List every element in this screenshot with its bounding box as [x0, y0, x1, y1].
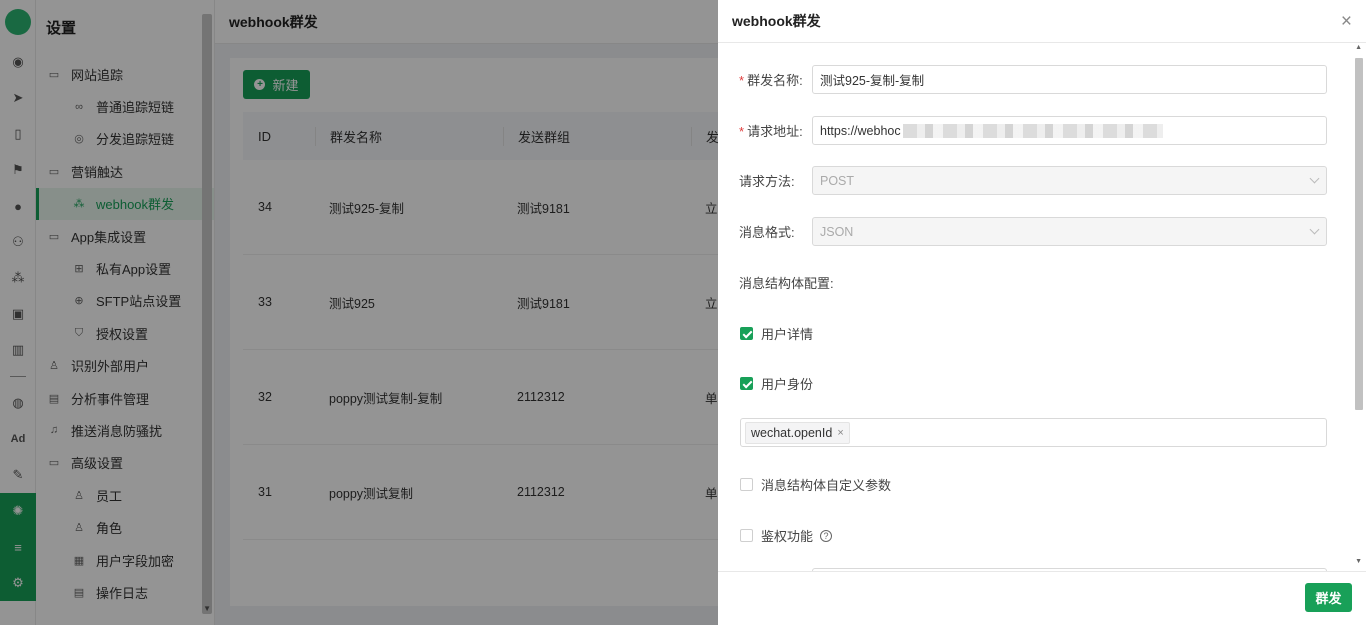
method-field-row: 请求方法: POST	[739, 166, 1327, 195]
method-select[interactable]: POST	[812, 166, 1327, 195]
name-label: * 群发名称:	[739, 73, 803, 88]
name-input[interactable]: 测试925-复制-复制	[812, 65, 1327, 94]
user-detail-checkbox-row[interactable]: 用户详情	[740, 324, 813, 343]
drawer-footer: 群发	[718, 571, 1366, 625]
checkbox-checked-icon[interactable]	[740, 327, 753, 340]
chevron-down-icon	[1309, 173, 1320, 184]
identity-tag-select[interactable]: wechat.openId ×	[740, 418, 1327, 447]
auth-checkbox-row[interactable]: 鉴权功能?	[740, 526, 833, 545]
user-identity-checkbox-row[interactable]: 用户身份	[740, 374, 813, 393]
checkbox-checked-icon[interactable]	[740, 377, 753, 390]
url-label: * 请求地址:	[739, 124, 803, 139]
format-field-row: 消息格式: JSON	[739, 217, 1327, 246]
identity-tag: wechat.openId ×	[745, 421, 850, 444]
drawer-header: webhook群发 ×	[718, 0, 1366, 43]
drawer-title: webhook群发	[732, 13, 821, 29]
custom-params-checkbox-row[interactable]: 消息结构体自定义参数	[740, 475, 891, 494]
close-icon[interactable]: ×	[1341, 0, 1352, 43]
webhook-drawer: webhook群发 × * 群发名称: 测试925-复制-复制 * 请求地址: ht…	[718, 0, 1366, 625]
format-label: 消息格式:	[739, 225, 795, 240]
url-input[interactable]: https://webhoc	[812, 116, 1327, 145]
drawer-body: * 群发名称: 测试925-复制-复制 * 请求地址: https://webhoc…	[718, 43, 1366, 571]
chevron-down-icon	[1309, 224, 1320, 235]
redacted-blur	[902, 123, 1163, 138]
submit-button[interactable]: 群发	[1305, 583, 1352, 612]
format-select[interactable]: JSON	[812, 217, 1327, 246]
drawer-scroll-down[interactable]: ▼	[1355, 558, 1362, 565]
drawer-scroll-up[interactable]: ▲	[1355, 44, 1362, 51]
method-label: 请求方法:	[739, 174, 795, 189]
help-icon[interactable]: ?	[820, 529, 833, 542]
struct-section-label: 消息结构体配置:	[739, 276, 834, 291]
checkbox-icon[interactable]	[740, 478, 753, 491]
url-field-row: * 请求地址: https://webhoc	[739, 116, 1327, 145]
drawer-scrollbar[interactable]	[1355, 58, 1363, 410]
name-field-row: * 群发名称: 测试925-复制-复制	[739, 65, 1327, 94]
checkbox-icon[interactable]	[740, 529, 753, 542]
tag-remove-icon[interactable]: ×	[837, 427, 843, 439]
url-value: https://webhoc	[820, 123, 901, 138]
